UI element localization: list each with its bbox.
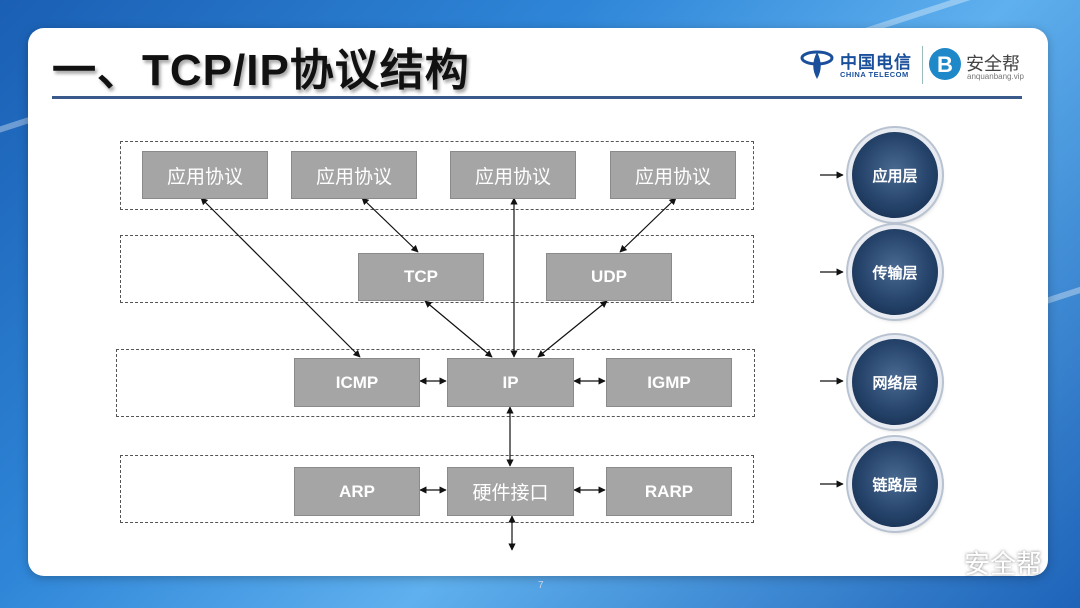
application-layer-badge: 应用层 (852, 132, 938, 218)
network-layer-label: 网络层 (872, 373, 918, 392)
arrow-app2-tcp (361, 197, 419, 253)
application-protocol-box: 应用协议 (450, 151, 576, 199)
arrow-app1-ip (200, 197, 361, 358)
rarp-box: RARP (606, 467, 732, 516)
hardware-interface-box: 硬件接口 (447, 467, 574, 516)
application-layer-label: 应用层 (872, 166, 918, 185)
network-layer-badge: 网络层 (852, 339, 938, 425)
application-protocol-box: 应用协议 (142, 151, 268, 199)
watermark-text: 安全帮 (964, 548, 1043, 579)
udp-box: UDP (546, 253, 672, 301)
icmp-box: ICMP (294, 358, 420, 407)
link-layer-badge: 链路层 (852, 441, 938, 527)
transport-layer-badge: 传输层 (852, 229, 938, 315)
arrow-tcp-ip (424, 300, 493, 358)
arrow-app4-udp (619, 197, 677, 253)
wechat-watermark: 安全帮 (918, 544, 1042, 580)
ip-box: IP (447, 358, 574, 407)
page-number: 7 (538, 580, 544, 591)
link-layer-label: 链路层 (872, 475, 918, 494)
arrow-udp-ip (537, 300, 608, 358)
application-protocol-box: 应用协议 (291, 151, 417, 199)
igmp-box: IGMP (606, 358, 732, 407)
transport-layer-label: 传输层 (872, 263, 918, 282)
wechat-icon (919, 548, 956, 575)
tcp-box: TCP (358, 253, 484, 301)
application-protocol-box: 应用协议 (610, 151, 736, 199)
arp-box: ARP (294, 467, 420, 516)
